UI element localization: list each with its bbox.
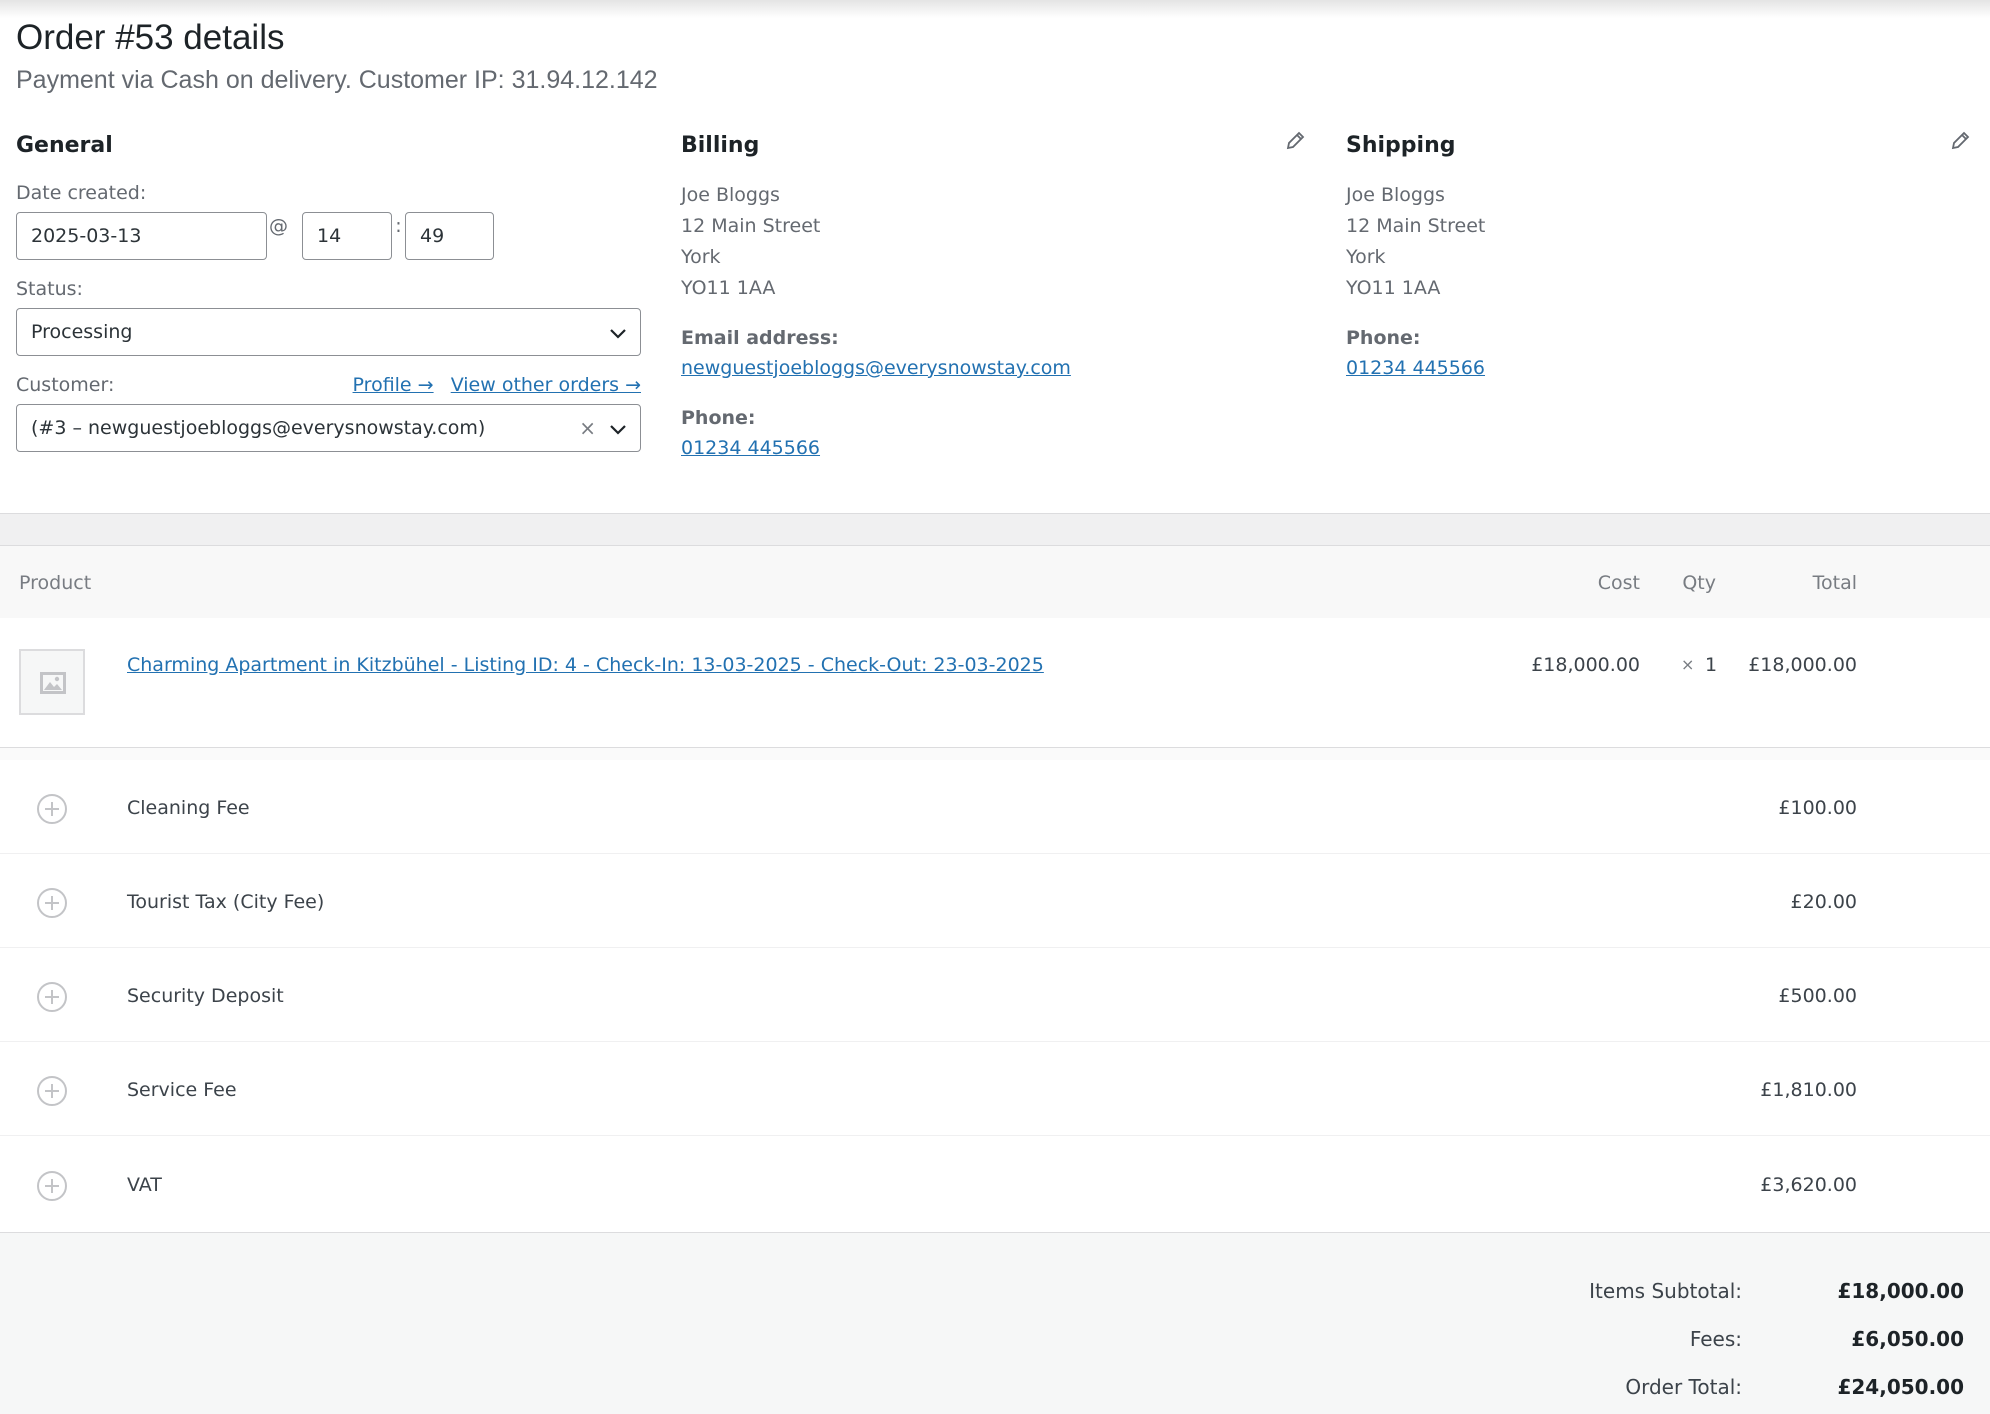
fee-row: Cleaning Fee £100.00 [0, 760, 1990, 854]
billing-address-line: 12 Main Street [681, 215, 821, 237]
shipping-address-line: York [1346, 246, 1386, 268]
product-thumbnail [19, 649, 85, 715]
fee-row: Service Fee £1,810.00 [0, 1042, 1990, 1136]
table-row: Charming Apartment in Kitzbühel - Listin… [0, 618, 1990, 748]
plus-circle-icon [37, 1076, 67, 1106]
customer-label-row: Customer: Profile → View other orders → [16, 372, 641, 398]
pencil-icon[interactable] [1949, 130, 1971, 152]
billing-phone-label: Phone: [681, 407, 756, 429]
order-total-value: £24,050.00 [1837, 1375, 1964, 1399]
chevron-down-icon [610, 329, 626, 339]
time-colon: : [395, 215, 402, 237]
fees-spacer [0, 748, 1990, 760]
shipping-section: Shipping Joe Bloggs 12 Main Street York … [1346, 130, 1971, 384]
image-placeholder-icon [40, 672, 66, 694]
billing-address-line: York [681, 246, 721, 268]
hour-input[interactable]: 14 [302, 212, 392, 260]
billing-section: Billing Joe Bloggs 12 Main Street York Y… [681, 130, 1306, 464]
product-total: £18,000.00 [1748, 654, 1857, 676]
minute-input[interactable]: 49 [405, 212, 494, 260]
items-subtotal-value: £18,000.00 [1837, 1279, 1964, 1303]
general-heading: General [16, 133, 113, 158]
date-input[interactable]: 2025-03-13 [16, 212, 267, 260]
fee-row: Security Deposit £500.00 [0, 948, 1990, 1042]
fee-name: Service Fee [127, 1079, 237, 1101]
product-qty: 1 [1705, 654, 1718, 676]
fee-total: £1,810.00 [1760, 1079, 1857, 1101]
items-table-header: Product Cost Qty Total [0, 546, 1990, 618]
fee-total: £20.00 [1790, 891, 1857, 913]
fee-total: £500.00 [1778, 985, 1857, 1007]
plus-circle-icon [37, 794, 67, 824]
view-other-orders-link[interactable]: View other orders → [451, 374, 641, 396]
fees-label: Fees: [1689, 1327, 1742, 1351]
pencil-icon[interactable] [1284, 130, 1306, 152]
fee-name: Security Deposit [127, 985, 284, 1007]
plus-circle-icon [37, 888, 67, 918]
billing-address: Joe Bloggs 12 Main Street York YO11 1AA [681, 180, 1306, 304]
product-name-link[interactable]: Charming Apartment in Kitzbühel - Listin… [127, 651, 1044, 679]
shipping-heading: Shipping [1346, 133, 1456, 158]
items-subtotal-label: Items Subtotal: [1589, 1279, 1742, 1303]
date-created-row: 2025-03-13 @ 14 : 49 [16, 212, 641, 260]
at-sign: @ [269, 215, 288, 237]
shipping-phone-label: Phone: [1346, 327, 1421, 349]
order-totals: Items Subtotal: £18,000.00 Fees: £6,050.… [0, 1232, 1990, 1414]
customer-value: (#3 – newguestjoebloggs@everysnowstay.co… [31, 417, 486, 439]
billing-address-line: YO11 1AA [681, 277, 776, 299]
shipping-address-line: 12 Main Street [1346, 215, 1486, 237]
plus-circle-icon [37, 1171, 67, 1201]
fee-total: £100.00 [1778, 797, 1857, 819]
order-total-label: Order Total: [1625, 1375, 1742, 1399]
billing-address-line: Joe Bloggs [681, 184, 780, 206]
plus-circle-icon [37, 982, 67, 1012]
customer-select[interactable]: (#3 – newguestjoebloggs@everysnowstay.co… [16, 404, 641, 452]
column-cost: Cost [1597, 572, 1640, 594]
billing-email-label: Email address: [681, 327, 839, 349]
shipping-address-line: YO11 1AA [1346, 277, 1441, 299]
general-section: General Date created: 2025-03-13 @ 14 : … [16, 130, 641, 452]
section-divider [0, 513, 1990, 546]
billing-phone-link[interactable]: 01234 445566 [681, 432, 820, 464]
page-subtitle: Payment via Cash on delivery. Customer I… [16, 66, 658, 94]
customer-links: Profile → View other orders → [341, 374, 641, 396]
date-created-label: Date created: [16, 182, 147, 204]
qty-times-symbol: × [1681, 655, 1695, 674]
shipping-address-line: Joe Bloggs [1346, 184, 1445, 206]
clear-customer-button[interactable]: × [579, 405, 596, 451]
shipping-phone-link[interactable]: 01234 445566 [1346, 352, 1485, 384]
fees-value: £6,050.00 [1851, 1327, 1964, 1351]
profile-link[interactable]: Profile → [353, 374, 434, 396]
status-select[interactable]: Processing [16, 308, 641, 356]
page-title: Order #53 details [16, 18, 285, 57]
billing-heading: Billing [681, 133, 760, 158]
shipping-address: Joe Bloggs 12 Main Street York YO11 1AA [1346, 180, 1971, 304]
customer-label: Customer: [16, 374, 115, 396]
column-total: Total [1812, 572, 1857, 594]
fee-name: VAT [127, 1174, 162, 1196]
product-cost: £18,000.00 [1531, 654, 1640, 676]
fee-total: £3,620.00 [1760, 1174, 1857, 1196]
fee-row: Tourist Tax (City Fee) £20.00 [0, 854, 1990, 948]
status-value: Processing [31, 321, 133, 343]
order-header: Order #53 details Payment via Cash on de… [16, 16, 658, 97]
billing-email-link[interactable]: newguestjoebloggs@everysnowstay.com [681, 352, 1071, 384]
status-label: Status: [16, 278, 83, 300]
fee-name: Tourist Tax (City Fee) [127, 891, 325, 913]
fee-row: VAT £3,620.00 [0, 1137, 1990, 1231]
fee-name: Cleaning Fee [127, 797, 250, 819]
column-qty: Qty [1682, 572, 1716, 594]
column-product: Product [19, 572, 92, 594]
chevron-down-icon [610, 425, 626, 435]
